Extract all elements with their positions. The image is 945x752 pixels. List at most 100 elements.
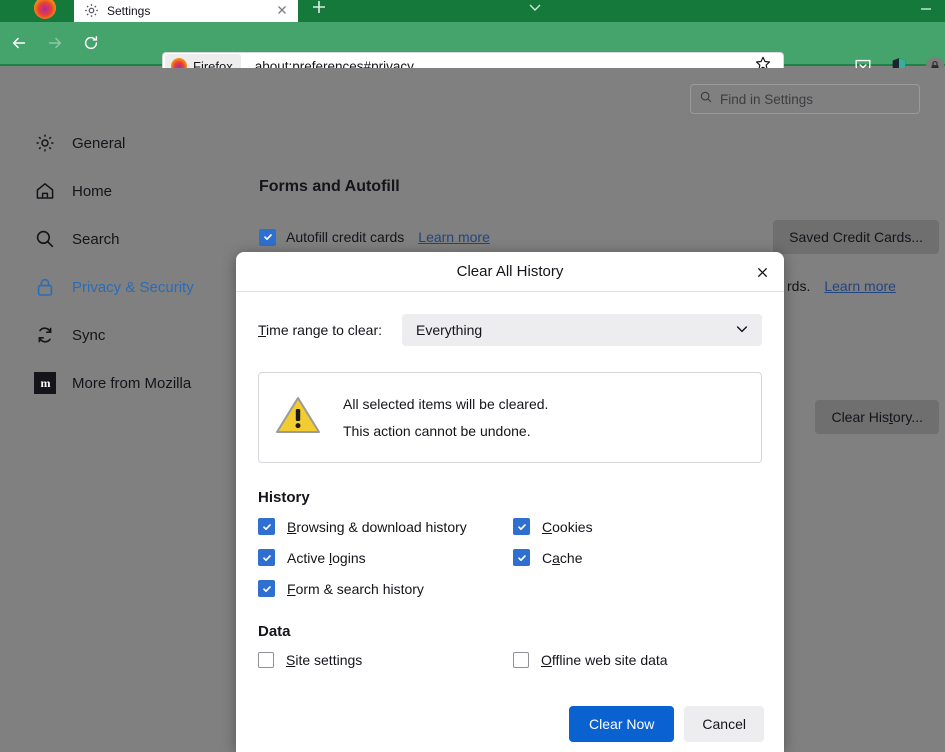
checkbox-box[interactable] (513, 518, 530, 535)
label-rest: che (560, 550, 583, 566)
learn-more-link-2[interactable]: Learn more (824, 278, 896, 294)
label-rest: ogins (332, 550, 365, 566)
accesskey: S (286, 652, 295, 668)
sidebar-item-privacy-security[interactable]: Privacy & Security (0, 272, 236, 302)
sidebar-item-label: More from Mozilla (72, 375, 191, 392)
navigation-toolbar: Firefox about:preferences#privacy (0, 22, 945, 66)
learn-more-link[interactable]: Learn more (418, 229, 490, 245)
mozilla-badge-icon: m (34, 372, 56, 394)
checkbox-box[interactable] (513, 549, 530, 566)
partial-text: rds. (787, 278, 810, 294)
checkbox-label: Form & search history (287, 581, 424, 597)
sidebar-item-home[interactable]: Home (0, 176, 236, 206)
checkbox-offline-web-site-data[interactable]: Offline web site data (513, 652, 762, 668)
clear-history-button[interactable]: Clear History... (815, 400, 939, 434)
checkbox-label: Site settings (286, 652, 362, 668)
sidebar-item-label: Sync (72, 327, 105, 344)
checkbox-site-settings[interactable]: Site settings (258, 652, 513, 668)
label-pre: C (542, 550, 552, 566)
sidebar-item-label: Privacy & Security (72, 279, 194, 296)
gear-icon (84, 3, 99, 18)
label-pre: Active (287, 550, 329, 566)
sidebar-item-label: General (72, 135, 125, 152)
reload-icon[interactable] (76, 28, 106, 58)
autofill-credit-cards-row: Autofill credit cards Learn more Saved C… (259, 220, 939, 254)
clear-all-history-dialog: Clear All History Time range to clear: E… (236, 252, 784, 752)
accesskey: F (287, 581, 296, 597)
checkbox-label: Cache (542, 550, 583, 566)
checkbox-form-search-history[interactable]: Form & search history (258, 580, 513, 597)
chevron-down-icon (734, 321, 750, 340)
checkbox-label: Browsing & download history (287, 519, 467, 535)
lock-icon (34, 276, 56, 298)
sidebar-item-label: Home (72, 183, 112, 200)
label-rest: ffline web site data (552, 652, 668, 668)
checkbox-cache[interactable]: Cache (513, 549, 762, 566)
dialog-body: Time range to clear: Everything Al (236, 292, 784, 668)
sidebar-item-label: Search (72, 231, 120, 248)
settings-sidebar: General Home Search (0, 128, 236, 416)
sidebar-item-search[interactable]: Search (0, 224, 236, 254)
autofill-credit-cards-label: Autofill credit cards (286, 229, 404, 245)
checkbox-box[interactable] (258, 580, 275, 597)
time-range-row: Time range to clear: Everything (258, 314, 762, 346)
label-rest: ookies (552, 519, 592, 535)
clear-history-accesskey: t (889, 409, 893, 425)
forward-arrow-icon[interactable] (40, 28, 70, 58)
close-icon[interactable] (750, 260, 774, 284)
dialog-title: Clear All History (457, 263, 564, 280)
time-range-label: Time range to clear: (258, 322, 382, 338)
checkbox-label: Cookies (542, 519, 593, 535)
search-icon (34, 228, 56, 250)
tab-settings[interactable]: Settings (74, 0, 298, 22)
firefox-logo-icon (34, 0, 56, 19)
label-rest: ite settings (295, 652, 362, 668)
sidebar-item-more-from-mozilla[interactable]: m More from Mozilla (0, 368, 236, 398)
data-group-title: Data (258, 623, 762, 640)
checkbox-box[interactable] (258, 549, 275, 566)
warning-line-1: All selected items will be cleared. (343, 396, 548, 412)
checkbox-label: Active logins (287, 550, 366, 566)
dialog-footer: Clear Now Cancel (236, 696, 784, 752)
checkbox-box[interactable] (258, 518, 275, 535)
data-checkbox-grid: Site settings Offline web site data (258, 652, 762, 668)
history-checkbox-grid: Browsing & download history Cookies Acti… (258, 518, 762, 597)
warning-box: All selected items will be cleared. This… (258, 372, 762, 463)
minimize-icon[interactable] (913, 0, 937, 16)
dialog-header: Clear All History (236, 252, 784, 292)
accesskey: B (287, 519, 296, 535)
time-range-select[interactable]: Everything (402, 314, 762, 346)
sync-icon (34, 324, 56, 346)
search-icon (699, 90, 713, 109)
title-bar: Settings (0, 0, 945, 22)
accesskey: a (552, 550, 560, 566)
time-range-value: Everything (416, 322, 482, 338)
new-tab-button[interactable] (308, 0, 330, 18)
close-icon[interactable] (274, 2, 290, 18)
sidebar-item-sync[interactable]: Sync (0, 320, 236, 350)
chevron-down-icon[interactable] (520, 0, 550, 16)
checkbox-box[interactable] (513, 652, 529, 668)
label-rest: rowsing & download history (296, 519, 466, 535)
clear-now-button[interactable]: Clear Now (569, 706, 674, 742)
checkbox-browsing-download-history[interactable]: Browsing & download history (258, 518, 513, 535)
checkbox-label: Offline web site data (541, 652, 668, 668)
label-rest: orm & search history (296, 581, 424, 597)
warning-text: All selected items will be cleared. This… (343, 391, 548, 444)
gear-icon (34, 132, 56, 154)
cancel-button[interactable]: Cancel (684, 706, 764, 742)
home-icon (34, 180, 56, 202)
back-arrow-icon[interactable] (4, 28, 34, 58)
saved-credit-cards-button[interactable]: Saved Credit Cards... (773, 220, 939, 254)
checkbox-box[interactable] (258, 652, 274, 668)
warning-line-2: This action cannot be undone. (343, 423, 531, 439)
time-range-accesskey: T (258, 322, 266, 338)
sidebar-item-general[interactable]: General (0, 128, 236, 158)
checkbox-active-logins[interactable]: Active logins (258, 549, 513, 566)
checkbox-cookies[interactable]: Cookies (513, 518, 762, 535)
autofill-credit-cards-checkbox[interactable] (259, 229, 276, 246)
accesskey: O (541, 652, 552, 668)
search-input[interactable]: Find in Settings (690, 84, 920, 114)
history-group-title: History (258, 489, 762, 506)
warning-triangle-icon (275, 395, 321, 440)
